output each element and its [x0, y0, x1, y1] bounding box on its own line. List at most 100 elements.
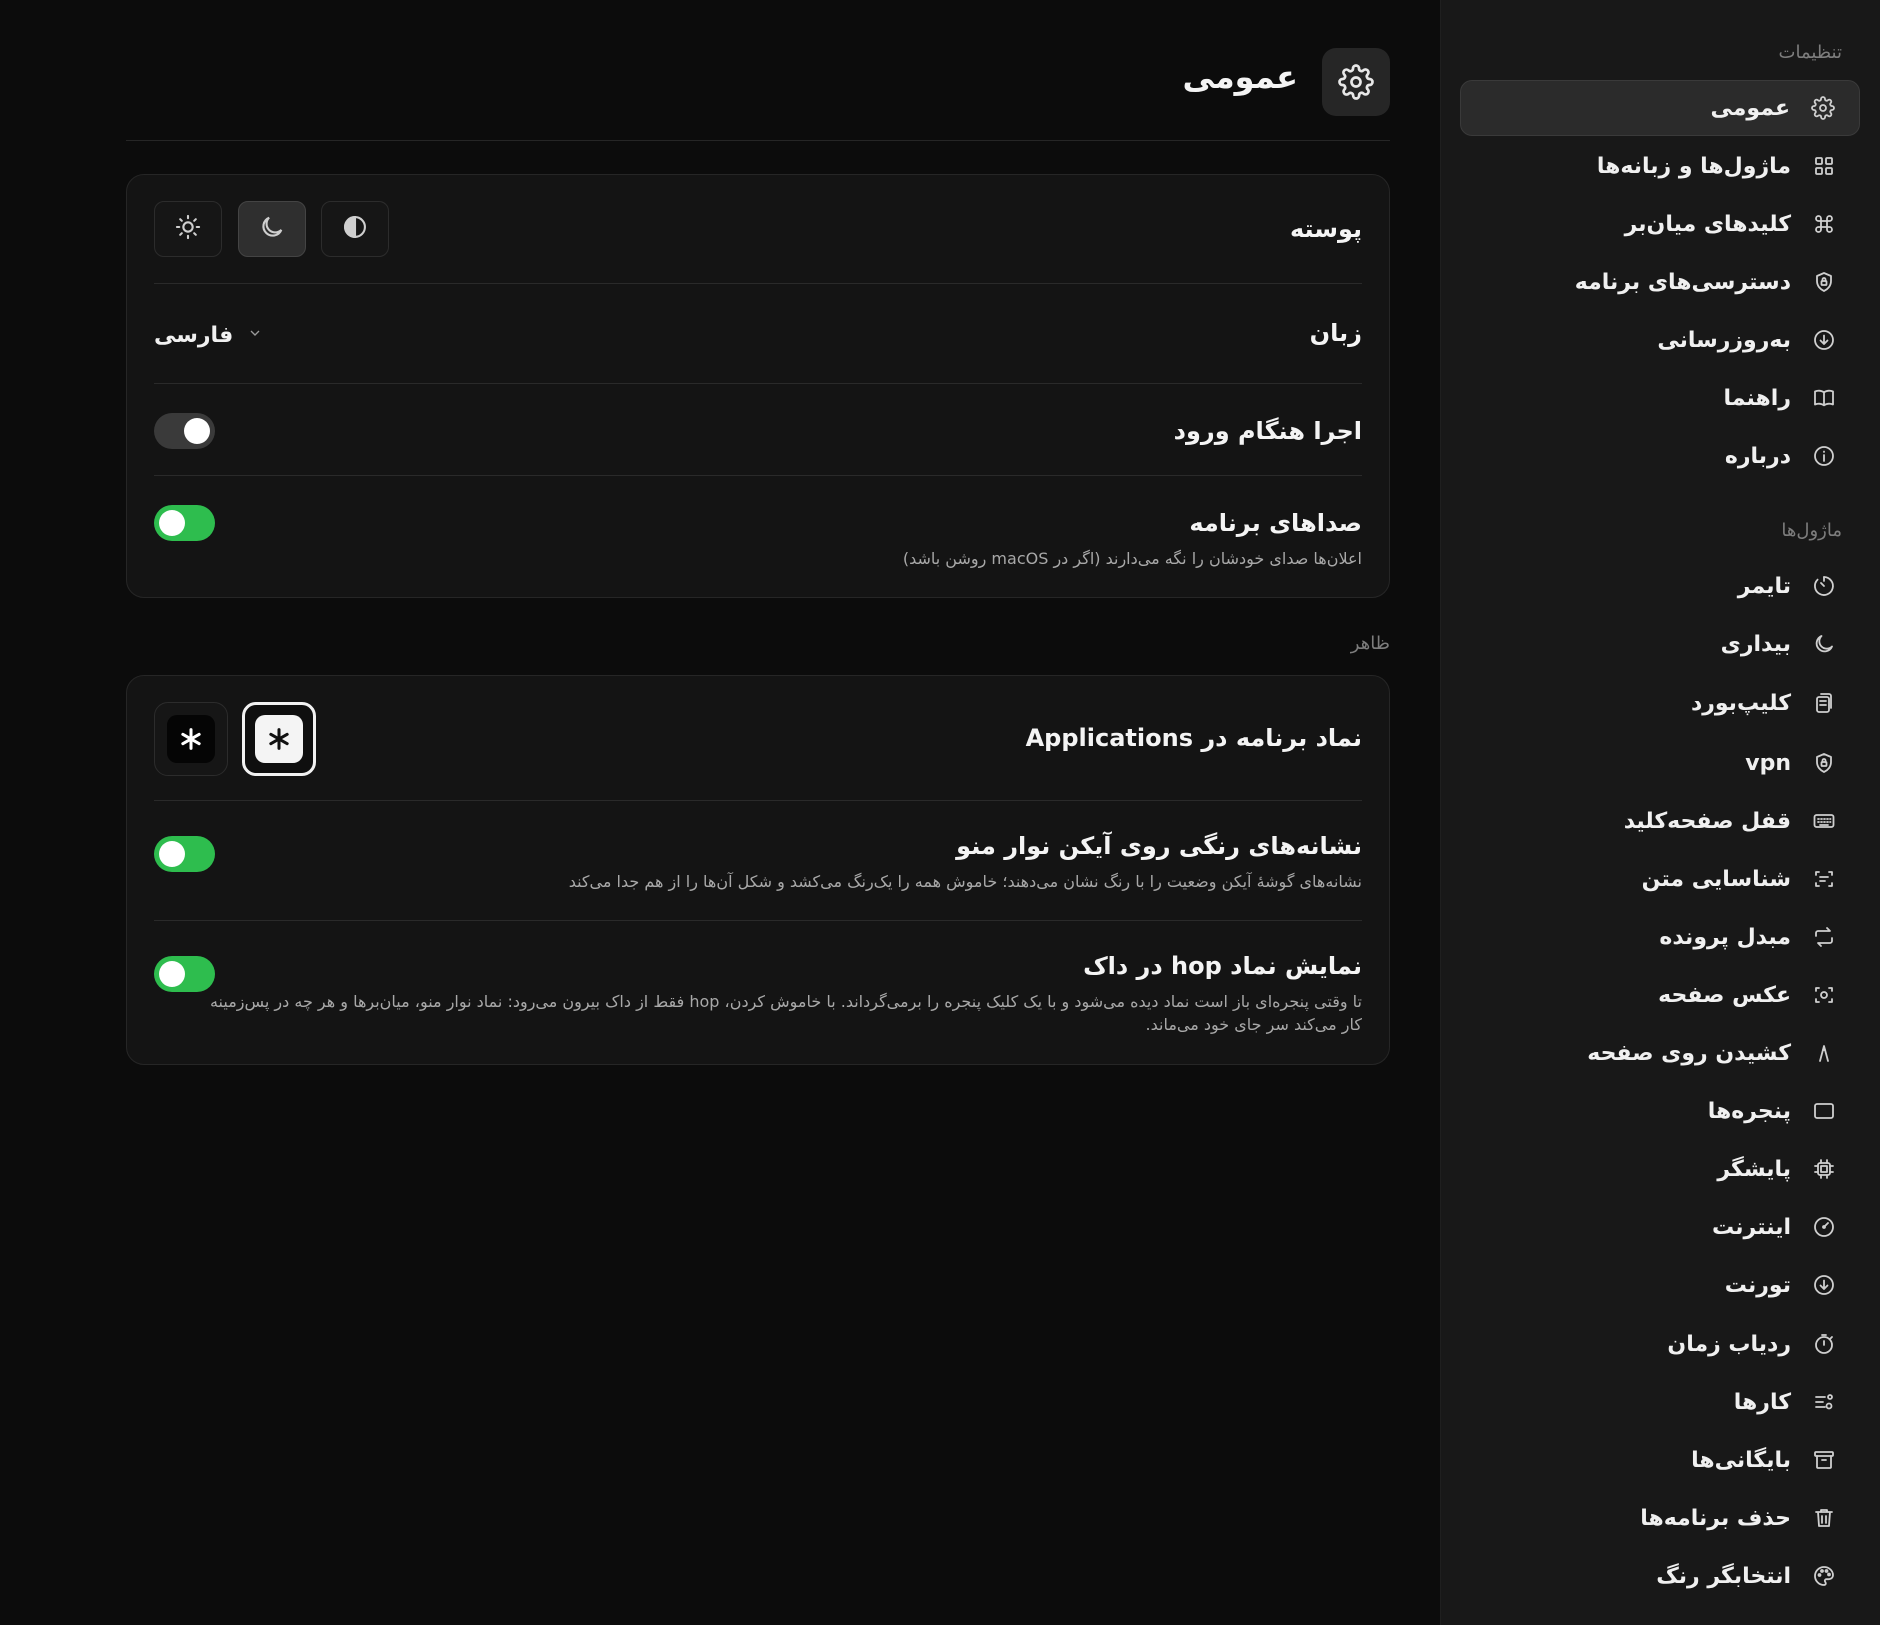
- stopwatch-icon: [1809, 1329, 1839, 1359]
- app-icon-light-option[interactable]: [242, 702, 316, 776]
- sidebar-item-label: درباره: [1724, 443, 1791, 469]
- sidebar-item-internet[interactable]: اینترنت: [1460, 1199, 1860, 1255]
- app-icon-dark-option[interactable]: [154, 702, 228, 776]
- menu-badges-description: نشانه‌های گوشهٔ آیکن وضعیت را با رنگ نشا…: [568, 872, 1362, 891]
- sidebar-item-awake[interactable]: بیداری: [1460, 616, 1860, 672]
- theme-row: پوسته: [154, 201, 1362, 257]
- sidebar-item-keyboard-lock[interactable]: قفل صفحه‌کلید: [1460, 793, 1860, 849]
- sidebar-item-time-tracker[interactable]: ردیاب زمان: [1460, 1316, 1860, 1372]
- download-circle-icon: [1809, 1270, 1839, 1300]
- sidebar-item-permissions[interactable]: دسترسی‌های برنامه: [1460, 254, 1860, 310]
- launch-at-login-toggle[interactable]: [154, 413, 215, 449]
- tasks-icon: [1809, 1387, 1839, 1417]
- sidebar-item-uninstall[interactable]: حذف برنامه‌ها: [1460, 1490, 1860, 1546]
- sidebar-item-timer[interactable]: تایمر: [1460, 558, 1860, 614]
- sidebar-item-updates[interactable]: به‌روزرسانی: [1460, 312, 1860, 368]
- theme-label: پوسته: [1289, 215, 1362, 243]
- sidebar-item-label: vpn: [1745, 750, 1791, 776]
- sidebar-item-label: حذف برنامه‌ها: [1640, 1505, 1791, 1531]
- sidebar-item-label: بایگانی‌ها: [1691, 1447, 1791, 1473]
- trash-icon: [1809, 1503, 1839, 1533]
- menu-badges-toggle[interactable]: [154, 836, 215, 872]
- page-header: عمومی: [126, 48, 1390, 116]
- dock-icon-row: نمایش نماد hop در داک تا وقتی پنجره‌ای ب…: [154, 952, 1362, 1042]
- dock-icon-toggle[interactable]: [154, 956, 215, 992]
- sidebar-item-windows[interactable]: پنجره‌ها: [1460, 1083, 1860, 1139]
- app-sounds-label: صداهای برنامه: [1189, 509, 1362, 537]
- sidebar-item-label: کلیدهای میان‌بر: [1624, 211, 1791, 237]
- theme-auto-button[interactable]: [321, 201, 389, 257]
- sidebar-item-general[interactable]: عمومی: [1460, 80, 1860, 136]
- sidebar-item-about[interactable]: درباره: [1460, 428, 1860, 484]
- sidebar-item-shortcuts[interactable]: کلیدهای میان‌بر: [1460, 196, 1860, 252]
- sidebar-item-modules-tabs[interactable]: ماژول‌ها و زبانه‌ها: [1460, 138, 1860, 194]
- sidebar-item-label: عمومی: [1710, 95, 1790, 121]
- appearance-section-label: ظاهر: [1350, 633, 1390, 654]
- sidebar-item-monitor[interactable]: پایشگر: [1460, 1141, 1860, 1197]
- sidebar-item-label: ماژول‌ها و زبانه‌ها: [1596, 153, 1791, 179]
- app-icon-row: نماد برنامه در Applications: [154, 702, 1362, 776]
- sidebar-header-settings: تنظیمات: [1778, 42, 1842, 63]
- toggle-knob: [159, 841, 185, 867]
- sidebar-item-label: کشیدن روی صفحه: [1587, 1040, 1791, 1066]
- sidebar-item-label: کارها: [1733, 1389, 1791, 1415]
- launch-at-login-row: اجرا هنگام ورود: [154, 413, 1362, 453]
- menu-badges-label: نشانه‌های رنگی روی آیکن نوار منو: [956, 832, 1362, 860]
- sidebar-item-tasks[interactable]: کارها: [1460, 1374, 1860, 1430]
- app-icon-label: نماد برنامه در Applications: [1025, 724, 1362, 752]
- sidebar-item-torrent[interactable]: تورنت: [1460, 1257, 1860, 1313]
- archive-icon: [1809, 1445, 1839, 1475]
- language-label: زبان: [1309, 319, 1362, 347]
- theme-dark-button[interactable]: [238, 201, 306, 257]
- sidebar-item-label: عکس صفحه: [1658, 982, 1791, 1008]
- asterisk-icon: [181, 728, 201, 750]
- appearance-card: نماد برنامه در Applications نشانه‌های رن…: [126, 675, 1390, 1065]
- sidebar-item-label: قفل صفحه‌کلید: [1623, 808, 1791, 834]
- shield-lock-icon: [1809, 267, 1839, 297]
- menu-badges-row: نشانه‌های رنگی روی آیکن نوار منو نشانه‌ه…: [154, 832, 1362, 902]
- toggle-knob: [159, 961, 185, 987]
- row-divider: [154, 383, 1362, 384]
- dock-icon-label: نمایش نماد hop در داک: [1083, 952, 1362, 980]
- sidebar-item-label: انتخابگر رنگ: [1656, 1563, 1791, 1589]
- row-divider: [154, 475, 1362, 476]
- sidebar-item-label: تورنت: [1724, 1272, 1791, 1298]
- gear-icon: [1322, 48, 1390, 116]
- sidebar-item-label: به‌روزرسانی: [1657, 327, 1791, 353]
- sidebar-item-vpn[interactable]: vpn: [1460, 735, 1860, 791]
- sidebar-item-guide[interactable]: راهنما: [1460, 370, 1860, 426]
- grid-icon: [1809, 151, 1839, 181]
- gear-icon: [1808, 93, 1838, 123]
- app-sounds-description: اعلان‌ها صدای خودشان را نگه می‌دارند (اگ…: [902, 549, 1362, 568]
- clipboard-icon: [1809, 688, 1839, 718]
- moon-icon: [1809, 629, 1839, 659]
- theme-light-button[interactable]: [154, 201, 222, 257]
- sidebar-item-label: شناسایی متن: [1641, 866, 1791, 892]
- row-divider: [154, 283, 1362, 284]
- sidebar-item-label: پایشگر: [1717, 1156, 1791, 1182]
- sidebar-item-clipboard[interactable]: کلیپ‌بورد: [1460, 675, 1860, 731]
- sidebar-item-text-recognition[interactable]: شناسایی متن: [1460, 851, 1860, 907]
- palette-icon: [1809, 1561, 1839, 1591]
- row-divider: [154, 920, 1362, 921]
- sidebar-item-color-picker[interactable]: انتخابگر رنگ: [1460, 1548, 1860, 1604]
- sun-icon: [174, 213, 202, 245]
- book-icon: [1809, 383, 1839, 413]
- launch-at-login-label: اجرا هنگام ورود: [1173, 417, 1362, 445]
- sidebar-item-screenshot[interactable]: عکس صفحه: [1460, 967, 1860, 1023]
- general-settings-card: پوسته زبان فارسی اجرا هنگام ورود صداهای …: [126, 174, 1390, 598]
- chevron-down-icon: [247, 325, 263, 345]
- sidebar-item-label: راهنما: [1723, 385, 1791, 411]
- language-value: فارسی: [154, 322, 234, 348]
- sidebar-item-label: کلیپ‌بورد: [1690, 690, 1791, 716]
- sidebar-item-label: ردیاب زمان: [1667, 1331, 1791, 1357]
- asterisk-icon: [269, 728, 289, 750]
- sidebar-item-draw-on-screen[interactable]: کشیدن روی صفحه: [1460, 1025, 1860, 1081]
- app-sounds-toggle[interactable]: [154, 505, 215, 541]
- sidebar-header-modules: ماژول‌ها: [1781, 520, 1842, 541]
- download-circle-icon: [1809, 325, 1839, 355]
- sidebar-item-archives[interactable]: بایگانی‌ها: [1460, 1432, 1860, 1488]
- cpu-icon: [1809, 1154, 1839, 1184]
- language-select[interactable]: فارسی: [154, 315, 263, 355]
- sidebar-item-file-converter[interactable]: مبدل پرونده: [1460, 909, 1860, 965]
